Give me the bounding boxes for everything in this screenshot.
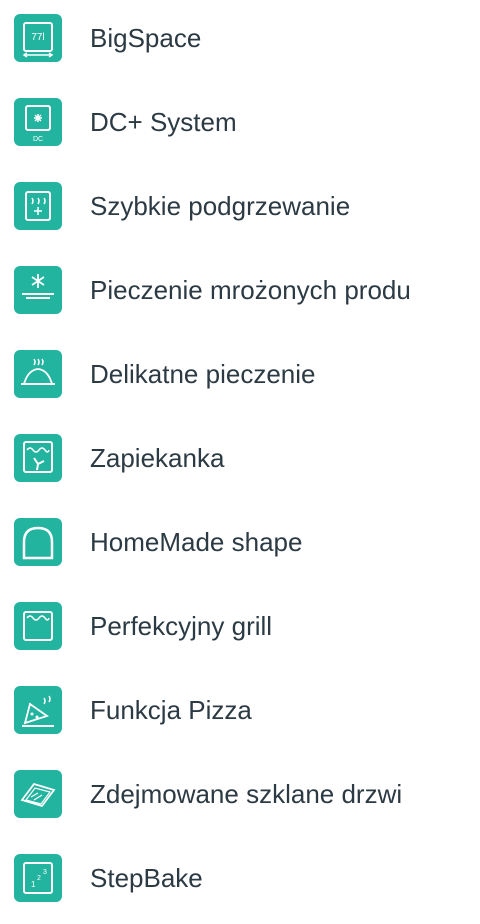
bigspace-oven-icon: 77l [14, 14, 62, 62]
homemade-arch-icon [14, 518, 62, 566]
perfect-grill-icon [14, 602, 62, 650]
feature-item-removable-glass-door: Zdejmowane szklane drzwi [0, 770, 480, 832]
feature-label-pizza: Funkcja Pizza [90, 695, 252, 725]
svg-text:1: 1 [31, 880, 36, 889]
stepbake-icon: 1 2 3 [14, 854, 62, 902]
casserole-fan-icon [14, 434, 62, 482]
feature-list: 77l BigSpace DC DC+ System Szybkie podgr… [0, 0, 480, 924]
feature-label-fast-preheat: Szybkie podgrzewanie [90, 191, 351, 221]
fast-preheat-icon [14, 182, 62, 230]
frozen-baking-icon [14, 266, 62, 314]
feature-item-homemade-shape: HomeMade shape [0, 518, 480, 580]
pizza-icon [14, 686, 62, 734]
feature-item-gentle-baking: Delikatne pieczenie [0, 350, 480, 412]
svg-text:3: 3 [43, 869, 47, 876]
feature-label-casserole: Zapiekanka [90, 443, 225, 473]
feature-item-fast-preheat: Szybkie podgrzewanie [0, 182, 480, 244]
feature-label-stepbake: StepBake [90, 863, 203, 893]
feature-item-dc-system: DC DC+ System [0, 98, 480, 160]
feature-label-removable-glass-door: Zdejmowane szklane drzwi [90, 779, 403, 809]
feature-label-gentle-baking: Delikatne pieczenie [90, 359, 316, 389]
feature-item-bigspace: 77l BigSpace [0, 14, 480, 76]
feature-label-perfect-grill: Perfekcyjny grill [90, 611, 273, 641]
feature-item-frozen-baking: Pieczenie mrożonych produ [0, 266, 480, 328]
feature-label-dc-system: DC+ System [90, 107, 237, 137]
feature-item-pizza: Funkcja Pizza [0, 686, 480, 748]
gentle-baking-icon [14, 350, 62, 398]
feature-label-bigspace: BigSpace [90, 23, 202, 53]
feature-label-frozen-baking: Pieczenie mrożonych produ [90, 275, 411, 305]
svg-text:77l: 77l [31, 32, 44, 43]
feature-item-perfect-grill: Perfekcyjny grill [0, 602, 480, 664]
svg-text:2: 2 [37, 875, 41, 882]
svg-text:DC: DC [33, 136, 43, 143]
feature-item-casserole: Zapiekanka [0, 434, 480, 496]
removable-glass-door-icon [14, 770, 62, 818]
dc-system-icon: DC [14, 98, 62, 146]
feature-label-homemade-shape: HomeMade shape [90, 527, 303, 557]
feature-item-stepbake: 1 2 3 StepBake [0, 854, 480, 916]
